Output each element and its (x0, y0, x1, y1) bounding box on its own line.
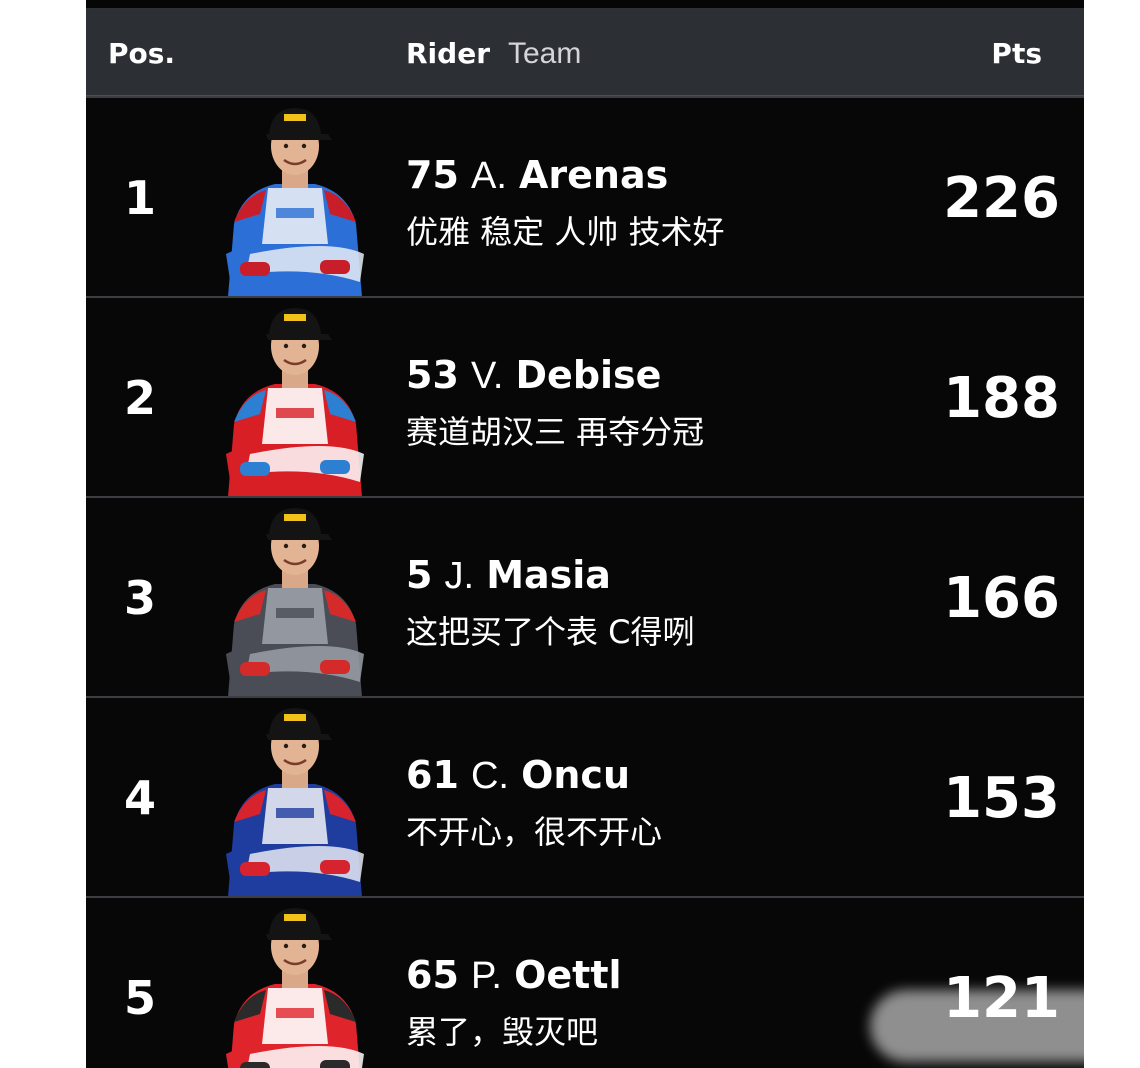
rider-surname: Debise (515, 353, 662, 397)
rider-team: 不开心，很不开心 (406, 813, 663, 851)
rider-name: 61 C. Oncu (406, 752, 630, 799)
rider-surname: Masia (486, 553, 611, 597)
rider-position: 4 (124, 771, 157, 825)
rider-initial: A. (470, 155, 507, 197)
rider-team: 这把买了个表 C得咧 (406, 613, 695, 651)
rider-points: 226 (943, 166, 1060, 231)
header-team: Team (508, 37, 582, 70)
rider-points: 188 (943, 366, 1060, 431)
header-pts: Pts (991, 37, 1042, 70)
rider-name: 5 J. Masia (406, 552, 611, 599)
rider-initial: J. (444, 555, 475, 597)
rider-initial: C. (470, 755, 509, 797)
rider-photo (226, 108, 364, 297)
standings-row-2[interactable]: 2 53 V. Debise 赛道胡汉三 再夺分冠 188 (86, 296, 1084, 497)
rider-photo (226, 908, 364, 1068)
rider-surname: Oettl (514, 953, 622, 997)
rider-position: 3 (124, 571, 157, 625)
rider-position: 1 (124, 171, 157, 225)
rider-number: 5 (406, 553, 433, 597)
table-header: Pos. Rider Team Pts (86, 9, 1084, 97)
rider-number: 65 (406, 953, 459, 997)
standings-row-3[interactable]: 3 5 J. Masia 这把买了个表 C得咧 166 (86, 496, 1084, 697)
rider-points: 153 (943, 766, 1060, 831)
rider-surname: Arenas (518, 153, 669, 197)
top-strip (86, 0, 1084, 9)
rider-photo (226, 308, 364, 497)
rider-position: 2 (124, 371, 157, 425)
rider-number: 53 (406, 353, 459, 397)
rider-team: 赛道胡汉三 再夺分冠 (406, 413, 705, 451)
rider-initial: P. (470, 955, 502, 997)
rider-name: 65 P. Oettl (406, 952, 622, 999)
standings-row-1[interactable]: 1 75 A. Arenas 优雅 稳定 人帅 技术好 226 (86, 96, 1084, 297)
rider-points: 166 (943, 566, 1060, 631)
rider-number: 61 (406, 753, 459, 797)
rider-team: 累了，毁灭吧 (406, 1013, 599, 1051)
rider-team: 优雅 稳定 人帅 技术好 (406, 213, 725, 251)
standings-row-4[interactable]: 4 61 C. Oncu 不开心，很不开心 153 (86, 696, 1084, 897)
rider-photo (226, 508, 364, 697)
standings-table: Pos. Rider Team Pts 1 75 A. Arenas 优雅 稳定… (86, 0, 1084, 1068)
header-rider: Rider (406, 37, 490, 70)
rider-surname: Oncu (521, 753, 631, 797)
rider-number: 75 (406, 153, 459, 197)
rider-name: 53 V. Debise (406, 352, 661, 399)
rider-initial: V. (470, 355, 504, 397)
rider-position: 5 (124, 971, 157, 1025)
watermark (870, 990, 1130, 1062)
rider-photo (226, 708, 364, 897)
header-pos: Pos. (108, 37, 176, 70)
rider-name: 75 A. Arenas (406, 152, 668, 199)
